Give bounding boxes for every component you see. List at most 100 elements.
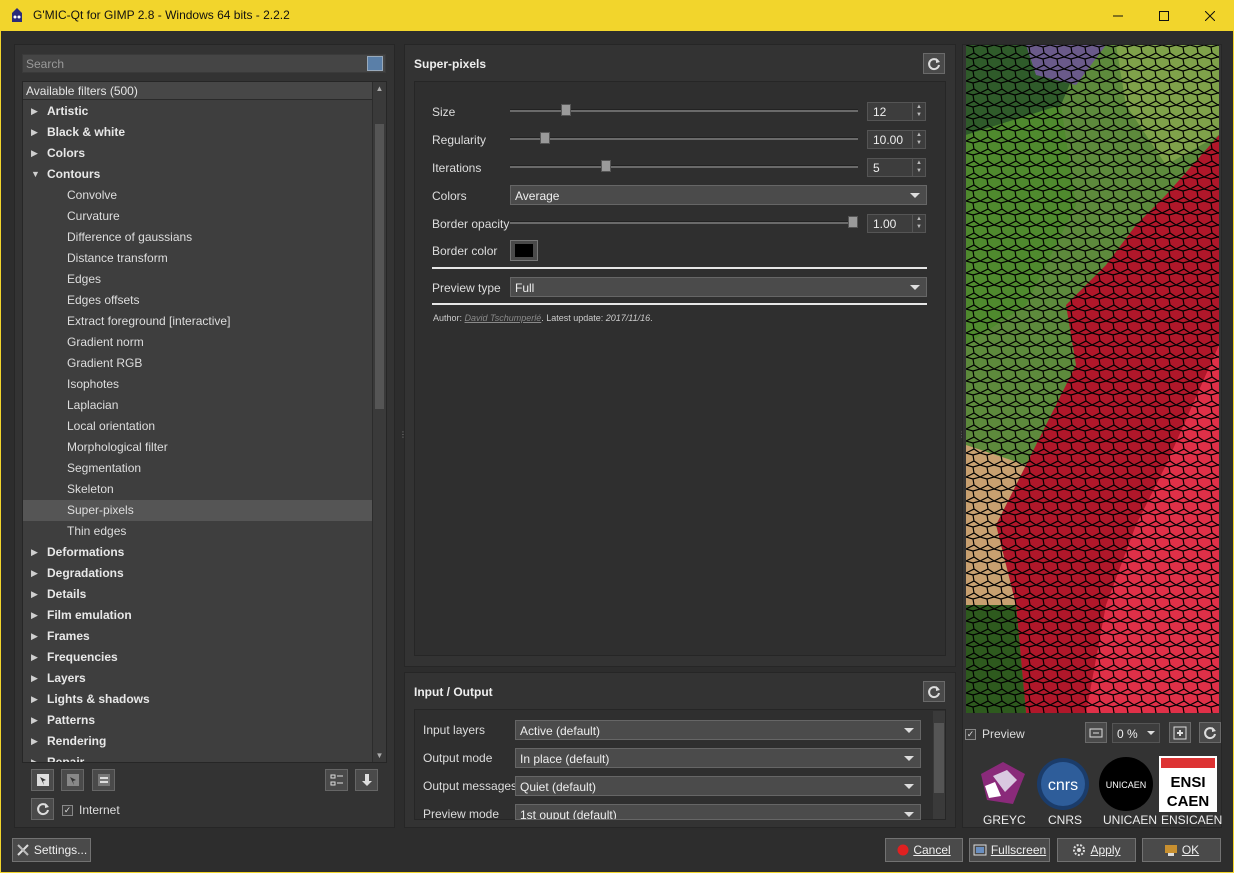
chevron-right-icon[interactable]: ▶ [31,752,38,762]
cancel-button[interactable]: Cancel [885,838,963,862]
chevron-right-icon[interactable]: ▶ [31,563,38,584]
chevron-right-icon[interactable]: ▶ [31,731,38,752]
author-link[interactable]: David Tschumperlé [465,313,542,323]
chevron-right-icon[interactable]: ▶ [31,584,38,605]
chevron-right-icon[interactable]: ▶ [31,668,38,689]
reset-zoom-button[interactable] [1199,722,1221,743]
filter-category[interactable]: ▶ Film emulation [23,605,374,626]
add-favorite-button[interactable] [31,769,54,791]
zoom-level[interactable]: 0 % [1112,723,1160,743]
filter-category[interactable]: ▶ Deformations [23,542,374,563]
filter-item[interactable]: Local orientation [23,416,374,437]
filter-item[interactable]: Distance transform [23,248,374,269]
filter-category[interactable]: ▶ Repair [23,752,374,762]
filter-item[interactable]: Edges offsets [23,290,374,311]
filter-item[interactable]: Difference of gaussians [23,227,374,248]
search-icon[interactable] [367,56,383,71]
chevron-right-icon[interactable]: ▶ [31,689,38,710]
filter-category[interactable]: ▶ Patterns [23,710,374,731]
filter-category[interactable]: ▶ Rendering [23,731,374,752]
border-opacity-slider[interactable] [510,221,858,224]
chevron-right-icon[interactable]: ▶ [31,710,38,731]
apply-button[interactable]: Apply [1057,838,1136,862]
filter-category[interactable]: ▶ Frames [23,626,374,647]
close-button[interactable] [1187,0,1233,31]
preview-toggle[interactable]: ✓ Preview [965,727,1025,741]
filter-item[interactable]: Curvature [23,206,374,227]
filter-category[interactable]: ▶ Lights & shadows [23,689,374,710]
zoom-out-button[interactable] [1085,722,1107,743]
ok-button[interactable]: OK [1142,838,1221,862]
scroll-thumb[interactable] [375,124,384,409]
filter-item[interactable]: Edges [23,269,374,290]
filter-item[interactable]: Laplacian [23,395,374,416]
filter-category[interactable]: ▶ Layers [23,668,374,689]
preview-mode-select[interactable]: 1st ouput (default) [515,804,921,820]
preview-checkbox[interactable]: ✓ [965,728,976,740]
filter-category[interactable]: ▶ Degradations [23,563,374,584]
zoom-in-button[interactable] [1169,722,1191,743]
filter-item[interactable]: Thin edges [23,521,374,542]
refresh-filters-button[interactable] [31,798,54,820]
chevron-right-icon[interactable]: ▶ [31,143,38,164]
expand-collapse-button[interactable] [325,769,348,791]
filter-item[interactable]: Convolve [23,185,374,206]
filter-category[interactable]: ▶ Frequencies [23,647,374,668]
import-button[interactable] [355,769,378,791]
size-slider-handle[interactable] [561,104,571,116]
fullscreen-button[interactable]: Fullscreen [969,838,1050,862]
border-opacity-slider-handle[interactable] [848,216,858,228]
regularity-slider[interactable] [510,137,858,140]
filter-item[interactable]: Gradient norm [23,332,374,353]
reset-io-button[interactable] [923,681,945,702]
colors-select[interactable]: Average [510,185,927,205]
iterations-slider-handle[interactable] [601,160,611,172]
maximize-button[interactable] [1141,0,1187,31]
scroll-thumb[interactable] [934,723,944,793]
chevron-right-icon[interactable]: ▶ [31,122,38,143]
preview-type-select[interactable]: Full [510,277,927,297]
internet-toggle[interactable]: ✓ Internet [62,803,120,817]
internet-checkbox[interactable]: ✓ [62,804,73,816]
minimize-button[interactable] [1095,0,1141,31]
reset-params-button[interactable] [923,53,945,74]
filter-item[interactable]: Segmentation [23,458,374,479]
search-input[interactable]: Search [22,54,386,73]
spin-arrows-icon[interactable]: ▲ ▼ [912,159,925,176]
preview-image[interactable] [966,45,1219,713]
border-opacity-spinbox[interactable]: 1.00 ▲ ▼ [867,214,926,233]
filter-category[interactable]: ▶ Artistic [23,101,374,122]
output-mode-select[interactable]: In place (default) [515,748,921,768]
remove-favorite-button[interactable] [61,769,84,791]
filter-tree-scrollbar[interactable]: ▲ ▼ [372,82,386,762]
filter-item[interactable]: Super-pixels [23,500,374,521]
scroll-down-icon[interactable]: ▼ [373,749,386,762]
iterations-slider[interactable] [510,165,858,168]
chevron-right-icon[interactable]: ▶ [31,542,38,563]
filter-item[interactable]: Skeleton [23,479,374,500]
settings-button[interactable]: Settings... [12,838,91,862]
chevron-right-icon[interactable]: ▶ [31,647,38,668]
filter-category[interactable]: ▶ Details [23,584,374,605]
size-spinbox[interactable]: 12 ▲ ▼ [867,102,926,121]
filter-item[interactable]: Isophotes [23,374,374,395]
input-layers-select[interactable]: Active (default) [515,720,921,740]
filter-category[interactable]: ▼ Contours [23,164,374,185]
io-scrollbar[interactable] [933,711,945,819]
spin-arrows-icon[interactable]: ▲ ▼ [912,103,925,120]
filter-item[interactable]: Morphological filter [23,437,374,458]
filter-item[interactable]: Gradient RGB [23,353,374,374]
spin-arrows-icon[interactable]: ▲ ▼ [912,131,925,148]
border-color-button[interactable] [510,240,538,261]
chevron-down-icon[interactable]: ▼ [31,164,40,185]
regularity-spinbox[interactable]: 10.00 ▲ ▼ [867,130,926,149]
regularity-slider-handle[interactable] [540,132,550,144]
filter-item[interactable]: Extract foreground [interactive] [23,311,374,332]
scroll-up-icon[interactable]: ▲ [373,82,386,95]
rename-favorite-button[interactable] [92,769,115,791]
iterations-spinbox[interactable]: 5 ▲ ▼ [867,158,926,177]
chevron-right-icon[interactable]: ▶ [31,101,38,122]
chevron-right-icon[interactable]: ▶ [31,626,38,647]
filter-category[interactable]: ▶ Black & white [23,122,374,143]
spin-arrows-icon[interactable]: ▲ ▼ [912,215,925,232]
